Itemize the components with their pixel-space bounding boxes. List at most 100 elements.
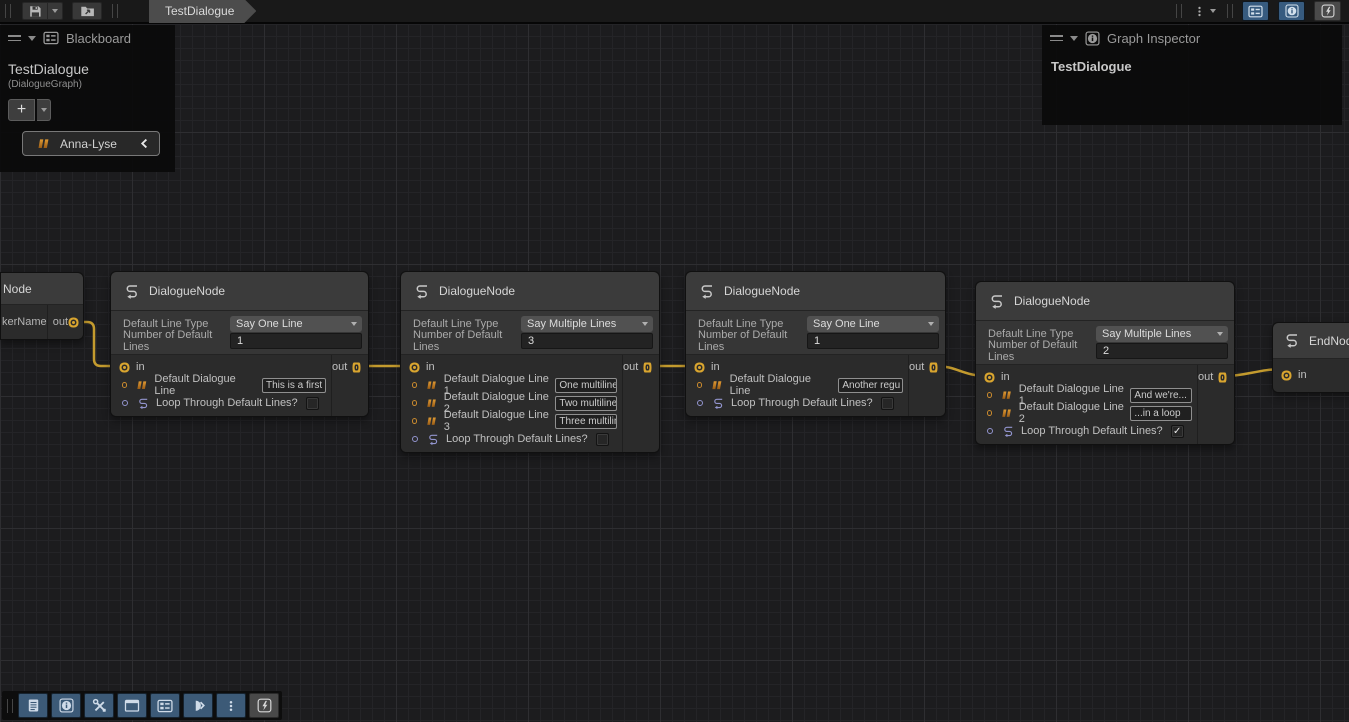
toolbar-drag-handle[interactable]: [5, 4, 11, 18]
loop-port[interactable]: [122, 400, 128, 406]
toolbar: TestDialogue: [0, 0, 1349, 24]
line-label: Default Dialogue Line: [154, 373, 256, 397]
line-text-field[interactable]: Two multiline: [555, 396, 617, 411]
toggle-blackboard-button[interactable]: [1242, 1, 1269, 21]
start-node[interactable]: Node kerName out: [0, 272, 84, 340]
loop-label: Loop Through Default Lines?: [731, 397, 873, 409]
start-node-title: Node: [3, 282, 32, 296]
blackboard-icon: [43, 31, 59, 45]
loop-icon: [136, 397, 150, 410]
loop-checkbox[interactable]: [596, 433, 609, 446]
line-text-field[interactable]: Another regu: [838, 378, 903, 393]
num-lines-input[interactable]: 3: [521, 333, 653, 349]
line-port[interactable]: [987, 392, 993, 398]
toggle-preview-button[interactable]: [1314, 1, 1341, 21]
num-lines-value: 3: [528, 335, 534, 347]
line-text-field[interactable]: Three multilin: [555, 414, 617, 429]
toggle-console-button[interactable]: [18, 693, 48, 718]
overflow-menu-button[interactable]: [1191, 5, 1218, 18]
toggle-window-button[interactable]: [117, 693, 147, 718]
line-port[interactable]: [122, 382, 128, 388]
in-port[interactable]: [413, 366, 416, 369]
line-type-dropdown[interactable]: Say One Line: [230, 316, 362, 332]
add-property-button[interactable]: +: [8, 99, 35, 121]
dialogue-flow-icon: [123, 283, 140, 300]
loop-port[interactable]: [412, 436, 418, 442]
out-port[interactable]: [933, 366, 934, 369]
line-text-field[interactable]: One multiline: [555, 378, 617, 393]
open-folder-icon: [80, 4, 95, 18]
in-port[interactable]: [1285, 374, 1288, 377]
node-title: DialogueNode: [149, 284, 225, 298]
line-type-dropdown[interactable]: Say One Line: [807, 316, 939, 332]
line-label: Default Dialogue Line 2: [1019, 401, 1125, 425]
dialogue-node-3[interactable]: DialogueNode Default Line Type Say One L…: [685, 271, 946, 417]
line-text-value: One multiline: [559, 380, 617, 391]
toggle-blackboard-button[interactable]: [150, 693, 180, 718]
toolbar-drag-handle[interactable]: [7, 699, 13, 713]
num-lines-input[interactable]: 2: [1096, 343, 1228, 359]
in-port[interactable]: [988, 376, 991, 379]
open-graph-button[interactable]: [72, 2, 102, 20]
dialogue-node-4[interactable]: DialogueNode Default Line Type Say Multi…: [975, 281, 1235, 445]
chevron-left-icon[interactable]: [138, 137, 151, 150]
toolbar-drag-handle[interactable]: [1227, 4, 1233, 18]
graph-tab-label: TestDialogue: [165, 4, 234, 18]
plus-icon: +: [17, 101, 26, 119]
out-port-label: out: [909, 361, 924, 373]
line-text-value: Three multilin: [559, 416, 617, 427]
line-text-field[interactable]: This is a first: [262, 378, 326, 393]
node-header: DialogueNode: [401, 272, 659, 311]
panel-drag-handle[interactable]: [1050, 35, 1063, 41]
num-lines-value: 1: [814, 335, 820, 347]
num-lines-input[interactable]: 1: [807, 333, 939, 349]
in-port[interactable]: [698, 366, 701, 369]
panel-drag-handle[interactable]: [8, 35, 21, 41]
line-port[interactable]: [412, 382, 418, 388]
out-port[interactable]: [356, 366, 357, 369]
collapse-triangle-icon[interactable]: [1070, 36, 1078, 41]
line-text-value: This is a first: [266, 380, 322, 391]
toggle-panel-button[interactable]: [183, 693, 213, 718]
line-type-dropdown[interactable]: Say Multiple Lines: [521, 316, 653, 332]
loop-checkbox[interactable]: [306, 397, 319, 410]
save-button[interactable]: [22, 2, 48, 20]
out-port[interactable]: [72, 321, 75, 324]
blackboard-property-anna-lyse[interactable]: Anna-Lyse: [22, 131, 160, 156]
in-port[interactable]: [123, 366, 126, 369]
toggle-inspector-button[interactable]: [1278, 1, 1305, 21]
num-lines-input[interactable]: 1: [230, 333, 362, 349]
add-property-options-button[interactable]: [37, 99, 51, 121]
dialogue-node-2[interactable]: DialogueNode Default Line Type Say Multi…: [400, 271, 660, 453]
out-port[interactable]: [1222, 376, 1223, 379]
toggle-tools-button[interactable]: [84, 693, 114, 718]
end-node[interactable]: EndNode in: [1272, 322, 1349, 393]
line-text-value: Another regu: [842, 380, 900, 391]
line-port[interactable]: [412, 418, 418, 424]
save-options-button[interactable]: [48, 2, 63, 20]
loop-port[interactable]: [697, 400, 703, 406]
loop-checkbox[interactable]: ✓: [1171, 425, 1184, 438]
loop-checkmark: ✓: [1173, 426, 1181, 437]
graph-tab[interactable]: TestDialogue: [149, 0, 256, 23]
toolbar-drag-handle[interactable]: [112, 4, 118, 18]
line-text-field[interactable]: And we're...: [1130, 388, 1192, 403]
line-port[interactable]: [412, 400, 418, 406]
collapse-triangle-icon[interactable]: [28, 36, 36, 41]
out-port[interactable]: [647, 366, 648, 369]
quote-icon: [711, 380, 724, 391]
dialogue-node-1[interactable]: DialogueNode Default Line Type Say One L…: [110, 271, 369, 417]
toggle-preview-button[interactable]: [249, 693, 279, 718]
caret-down-icon: [1210, 9, 1216, 13]
line-port[interactable]: [987, 410, 993, 416]
line-text-field[interactable]: ...in a loop: [1130, 406, 1192, 421]
toggle-info-button[interactable]: [51, 693, 81, 718]
line-type-dropdown[interactable]: Say Multiple Lines: [1096, 326, 1228, 342]
loop-port[interactable]: [987, 428, 993, 434]
loop-checkbox[interactable]: [881, 397, 894, 410]
line-port[interactable]: [697, 382, 703, 388]
dialogue-flow-icon: [413, 283, 430, 300]
panel-title: Blackboard: [66, 31, 131, 46]
toolbar-drag-handle[interactable]: [1176, 4, 1182, 18]
more-options-button[interactable]: [216, 693, 246, 718]
